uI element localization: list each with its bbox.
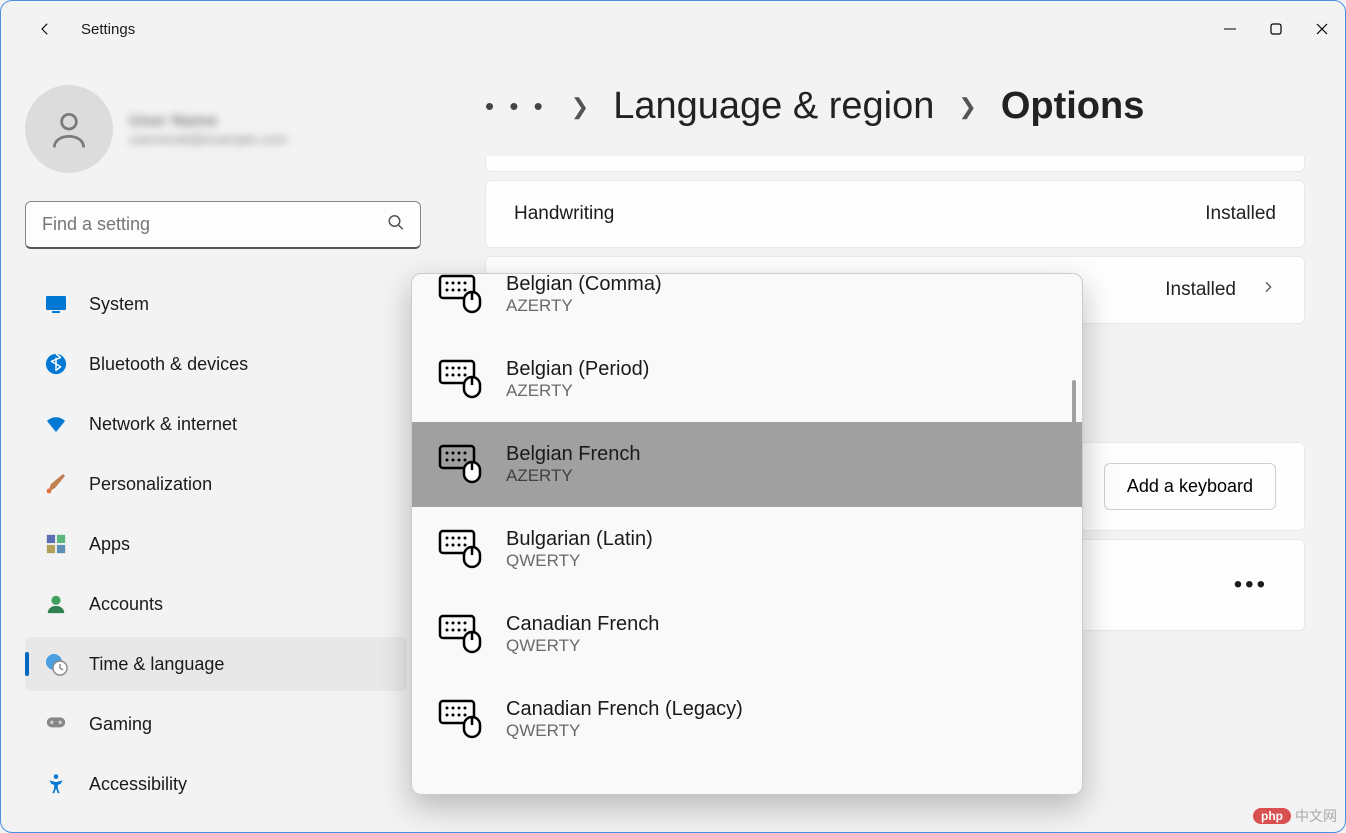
breadcrumb-options: Options	[1001, 85, 1145, 128]
accessibility-icon	[43, 771, 69, 797]
sidebar-item-accessibility[interactable]: Accessibility	[25, 757, 407, 811]
keyboard-icon	[438, 525, 482, 574]
sidebar-item-label: System	[89, 294, 149, 315]
keyboard-picker-popup: Belgian (Comma) AZERTY Belgian (Period) …	[411, 273, 1083, 795]
nav: System Bluetooth & devices Network & int…	[25, 277, 429, 811]
sidebar-item-label: Gaming	[89, 714, 152, 735]
scrollbar-thumb[interactable]	[1072, 380, 1076, 448]
search-input[interactable]	[25, 201, 421, 249]
apps-icon	[43, 531, 69, 557]
keyboard-name: Bulgarian (Latin)	[506, 528, 653, 551]
sidebar-item-apps[interactable]: Apps	[25, 517, 407, 571]
wifi-icon	[43, 411, 69, 437]
gamepad-icon	[43, 711, 69, 737]
user-email: useremail@example.com	[129, 131, 287, 147]
keyboard-name: Belgian (Period)	[506, 358, 649, 381]
window-minimize[interactable]	[1207, 9, 1253, 49]
keyboard-icon	[438, 610, 482, 659]
sidebar-item-label: Accounts	[89, 594, 163, 615]
keyboard-layout: AZERTY	[506, 381, 649, 401]
keyboard-item[interactable]: Belgian (Comma) AZERTY	[418, 274, 1076, 337]
window-maximize[interactable]	[1253, 9, 1299, 49]
keyboard-item[interactable]: Belgian (Period) AZERTY	[418, 337, 1076, 422]
sidebar-item-network[interactable]: Network & internet	[25, 397, 407, 451]
watermark-badge: php	[1253, 808, 1291, 824]
bluetooth-icon	[43, 351, 69, 377]
sidebar-item-label: Apps	[89, 534, 130, 555]
keyboard-icon	[438, 695, 482, 744]
keyboard-icon	[438, 355, 482, 404]
keyboard-layout: QWERTY	[506, 551, 653, 571]
keyboard-layout: AZERTY	[506, 466, 641, 486]
watermark: php 中文网	[1253, 806, 1337, 826]
sidebar-item-system[interactable]: System	[25, 277, 407, 331]
sidebar-item-bluetooth[interactable]: Bluetooth & devices	[25, 337, 407, 391]
status-text: Installed	[1205, 203, 1276, 225]
watermark-text: 中文网	[1295, 806, 1337, 826]
breadcrumb-ellipsis[interactable]: • • •	[485, 91, 547, 122]
keyboard-icon	[438, 440, 482, 489]
status-text: Installed	[1165, 279, 1236, 301]
sidebar-item-personalization[interactable]: Personalization	[25, 457, 407, 511]
account-icon	[43, 591, 69, 617]
sidebar-item-accounts[interactable]: Accounts	[25, 577, 407, 631]
more-options-button[interactable]: •••	[1234, 571, 1268, 599]
chevron-right-icon	[1260, 279, 1276, 301]
breadcrumb-language-region[interactable]: Language & region	[613, 85, 934, 128]
user-info: User Name useremail@example.com	[129, 111, 287, 147]
sidebar-item-time-language[interactable]: Time & language	[25, 637, 407, 691]
chevron-right-icon: ❯	[571, 94, 589, 120]
keyboard-layout: QWERTY	[506, 636, 659, 656]
back-button[interactable]	[25, 9, 65, 49]
keyboard-name: Canadian French	[506, 613, 659, 636]
keyboard-layout: AZERTY	[506, 296, 662, 316]
sidebar-item-label: Accessibility	[89, 774, 187, 795]
keyboard-name: Belgian French	[506, 443, 641, 466]
globe-clock-icon	[43, 651, 69, 677]
keyboard-layout: QWERTY	[506, 721, 743, 741]
card-stub-top	[485, 156, 1305, 172]
window-controls	[1207, 9, 1345, 49]
user-profile[interactable]: User Name useremail@example.com	[25, 73, 429, 201]
keyboard-name: Belgian (Comma)	[506, 274, 662, 296]
breadcrumb: • • • ❯ Language & region ❯ Options	[485, 85, 1305, 128]
keyboard-item[interactable]: Canadian French QWERTY	[418, 592, 1076, 677]
sidebar-item-label: Time & language	[89, 654, 224, 675]
sidebar-item-label: Network & internet	[89, 414, 237, 435]
title-bar: Settings	[1, 1, 1345, 57]
keyboard-item-selected[interactable]: Belgian French AZERTY	[412, 422, 1082, 507]
card-title: Handwriting	[514, 203, 614, 225]
avatar	[25, 85, 113, 173]
chevron-right-icon: ❯	[958, 94, 976, 120]
keyboard-name: Canadian French (Legacy)	[506, 698, 743, 721]
sidebar-item-gaming[interactable]: Gaming	[25, 697, 407, 751]
keyboard-item[interactable]: Canadian French (Legacy) QWERTY	[418, 677, 1076, 762]
sidebar-item-label: Bluetooth & devices	[89, 354, 248, 375]
keyboard-item[interactable]: Bulgarian (Latin) QWERTY	[418, 507, 1076, 592]
keyboard-icon	[438, 274, 482, 319]
keyboard-list[interactable]: Belgian (Comma) AZERTY Belgian (Period) …	[412, 274, 1082, 794]
add-keyboard-button[interactable]: Add a keyboard	[1104, 463, 1276, 510]
app-title: Settings	[81, 21, 135, 38]
sidebar-item-label: Personalization	[89, 474, 212, 495]
sidebar: User Name useremail@example.com System	[1, 57, 429, 832]
window-close[interactable]	[1299, 9, 1345, 49]
search-wrap	[25, 201, 421, 249]
brush-icon	[43, 471, 69, 497]
monitor-icon	[43, 291, 69, 317]
card-handwriting[interactable]: Handwriting Installed	[485, 180, 1305, 248]
user-name: User Name	[129, 111, 287, 131]
